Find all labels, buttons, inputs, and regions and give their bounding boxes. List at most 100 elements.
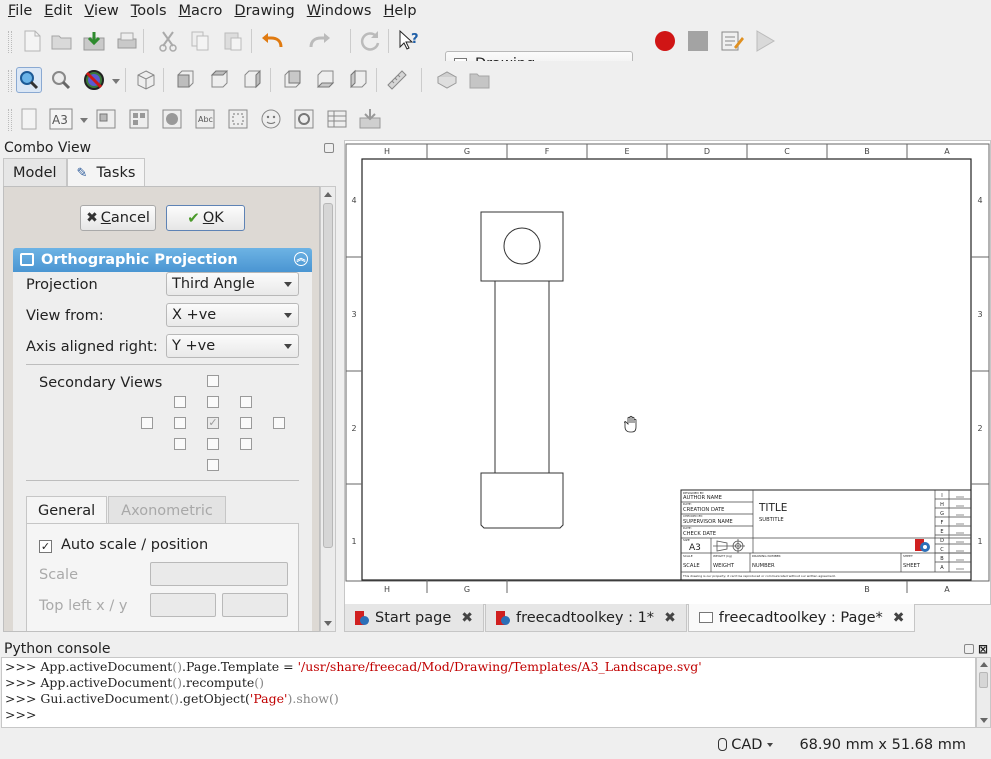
collapse-icon[interactable]: ︽ [294,252,308,266]
refresh-button[interactable] [357,28,383,54]
drawing-view[interactable]: H G F E D C B A H G B A 4 3 2 1 4 3 2 1 [344,140,991,605]
secondary-view-checkbox-top-left[interactable] [174,396,186,408]
view-right-button[interactable] [239,67,265,93]
projection-select[interactable]: Third Angle [166,272,299,296]
record-icon [655,31,675,51]
ok-button[interactable]: ✔ OK [166,205,245,231]
close-icon[interactable]: ⊠ [978,642,988,656]
secondary-view-checkbox-left[interactable] [174,417,186,429]
draft-view-button[interactable] [291,106,317,132]
symbol-button[interactable] [258,106,284,132]
axis-right-select[interactable]: Y +ve [166,334,299,358]
scroll-down-arrow-icon[interactable] [324,621,332,626]
view-bottom-button[interactable] [312,67,338,93]
toolbar-grip[interactable] [8,70,12,92]
annotation-button[interactable]: Abc [192,106,218,132]
cancel-button[interactable]: ✖ Cancel [80,205,156,231]
subtab-general[interactable]: General [26,496,108,524]
console-scrollbar[interactable] [976,657,991,728]
menu-file[interactable]: File [2,0,38,22]
secondary-view-checkbox-top-far[interactable] [207,375,219,387]
measure-distance-button[interactable] [384,67,410,93]
print-button[interactable] [114,28,140,54]
paste-button[interactable] [220,28,246,54]
view-from-select[interactable]: X +ve [166,303,299,327]
drawing-number: NUMBER [752,563,775,569]
secondary-view-checkbox-top[interactable] [207,396,219,408]
secondary-view-checkbox-right[interactable] [240,417,252,429]
auto-scale-checkbox[interactable]: ✓ [39,540,52,553]
new-document-button[interactable] [19,28,45,54]
menu-drawing[interactable]: Drawing [228,0,300,22]
tab-model[interactable]: Model [3,158,67,186]
secondary-view-checkbox-bottom-right[interactable] [240,438,252,450]
console-input-line[interactable]: >>> [5,707,972,723]
scroll-up-arrow-icon[interactable] [980,662,988,667]
fit-all-button[interactable] [16,67,42,93]
task-panel-scrollbar[interactable] [320,186,336,632]
scroll-up-arrow-icon[interactable] [324,192,332,197]
view-rear-button[interactable] [279,67,305,93]
scrollbar-thumb[interactable] [979,672,988,688]
tab-start-page[interactable]: Start page ✖ [344,604,484,632]
undock-icon[interactable] [964,644,974,654]
view-front-button[interactable] [172,67,198,93]
console-line: >>> Gui.activeDocument().getObject('Page… [5,691,339,706]
navigation-style-selector[interactable]: CAD [718,737,774,753]
spreadsheet-view-button[interactable] [324,106,350,132]
secondary-view-checkbox-bottom-left[interactable] [174,438,186,450]
draw-style-button[interactable] [81,67,107,93]
undo-button[interactable] [260,28,286,54]
create-group-button[interactable] [467,67,493,93]
new-page-button[interactable] [16,106,42,132]
close-icon[interactable]: ✖ [664,610,676,626]
copy-button[interactable] [187,28,213,54]
clip-button[interactable] [225,106,251,132]
open-button[interactable] [49,28,75,54]
view-left-button[interactable] [345,67,371,93]
execute-macro-button[interactable] [752,28,778,54]
secondary-view-checkbox-top-right[interactable] [240,396,252,408]
tab-document-page[interactable]: freecadtoolkey : Page* ✖ [687,604,916,632]
tab-document-3d[interactable]: freecadtoolkey : 1* ✖ [484,604,687,632]
open-browser-view-button[interactable] [159,106,185,132]
cut-button[interactable] [155,28,181,54]
view-isometric-button[interactable] [133,67,159,93]
stop-macro-button[interactable] [685,28,711,54]
close-icon[interactable]: ✖ [893,610,905,626]
menu-drawing-mnemonic: D [234,3,246,19]
menu-windows[interactable]: Windows [301,0,378,22]
save-button[interactable] [81,28,107,54]
toolbar-grip[interactable] [8,109,12,131]
redo-button[interactable] [306,28,332,54]
export-page-button[interactable] [357,106,383,132]
new-a3-page-button[interactable]: A3 [48,106,74,132]
close-icon[interactable]: ✖ [461,610,473,626]
edit-macro-button[interactable] [719,28,745,54]
create-part-button[interactable] [434,67,460,93]
secondary-view-checkbox-right-far[interactable] [273,417,285,429]
menu-edit[interactable]: Edit [38,0,78,22]
whats-this-button[interactable]: ? [396,28,422,54]
secondary-view-checkbox-bottom-far[interactable] [207,459,219,471]
menu-view[interactable]: View [78,0,124,22]
page-dropdown-arrow[interactable] [80,118,88,123]
ortho-views-button[interactable] [126,106,152,132]
python-console[interactable]: >>> App.activeDocument().Page.Template =… [1,657,976,728]
secondary-view-checkbox-left-far[interactable] [141,417,153,429]
undock-icon[interactable] [324,143,334,153]
scroll-down-arrow-icon[interactable] [980,718,988,723]
fit-selection-button[interactable] [48,67,74,93]
toolbar-grip[interactable] [8,31,12,53]
record-macro-button[interactable] [652,28,678,54]
globe-icon [162,109,182,129]
menu-tools[interactable]: Tools [125,0,173,22]
secondary-view-checkbox-bottom[interactable] [207,438,219,450]
scrollbar-thumb[interactable] [323,203,333,548]
tab-tasks[interactable]: ✎ Tasks [66,158,146,186]
menu-help[interactable]: Help [377,0,422,22]
menu-macro[interactable]: Macro [173,0,229,22]
insert-view-button[interactable] [93,106,119,132]
draw-style-dropdown-arrow[interactable] [112,79,120,84]
view-top-button[interactable] [206,67,232,93]
